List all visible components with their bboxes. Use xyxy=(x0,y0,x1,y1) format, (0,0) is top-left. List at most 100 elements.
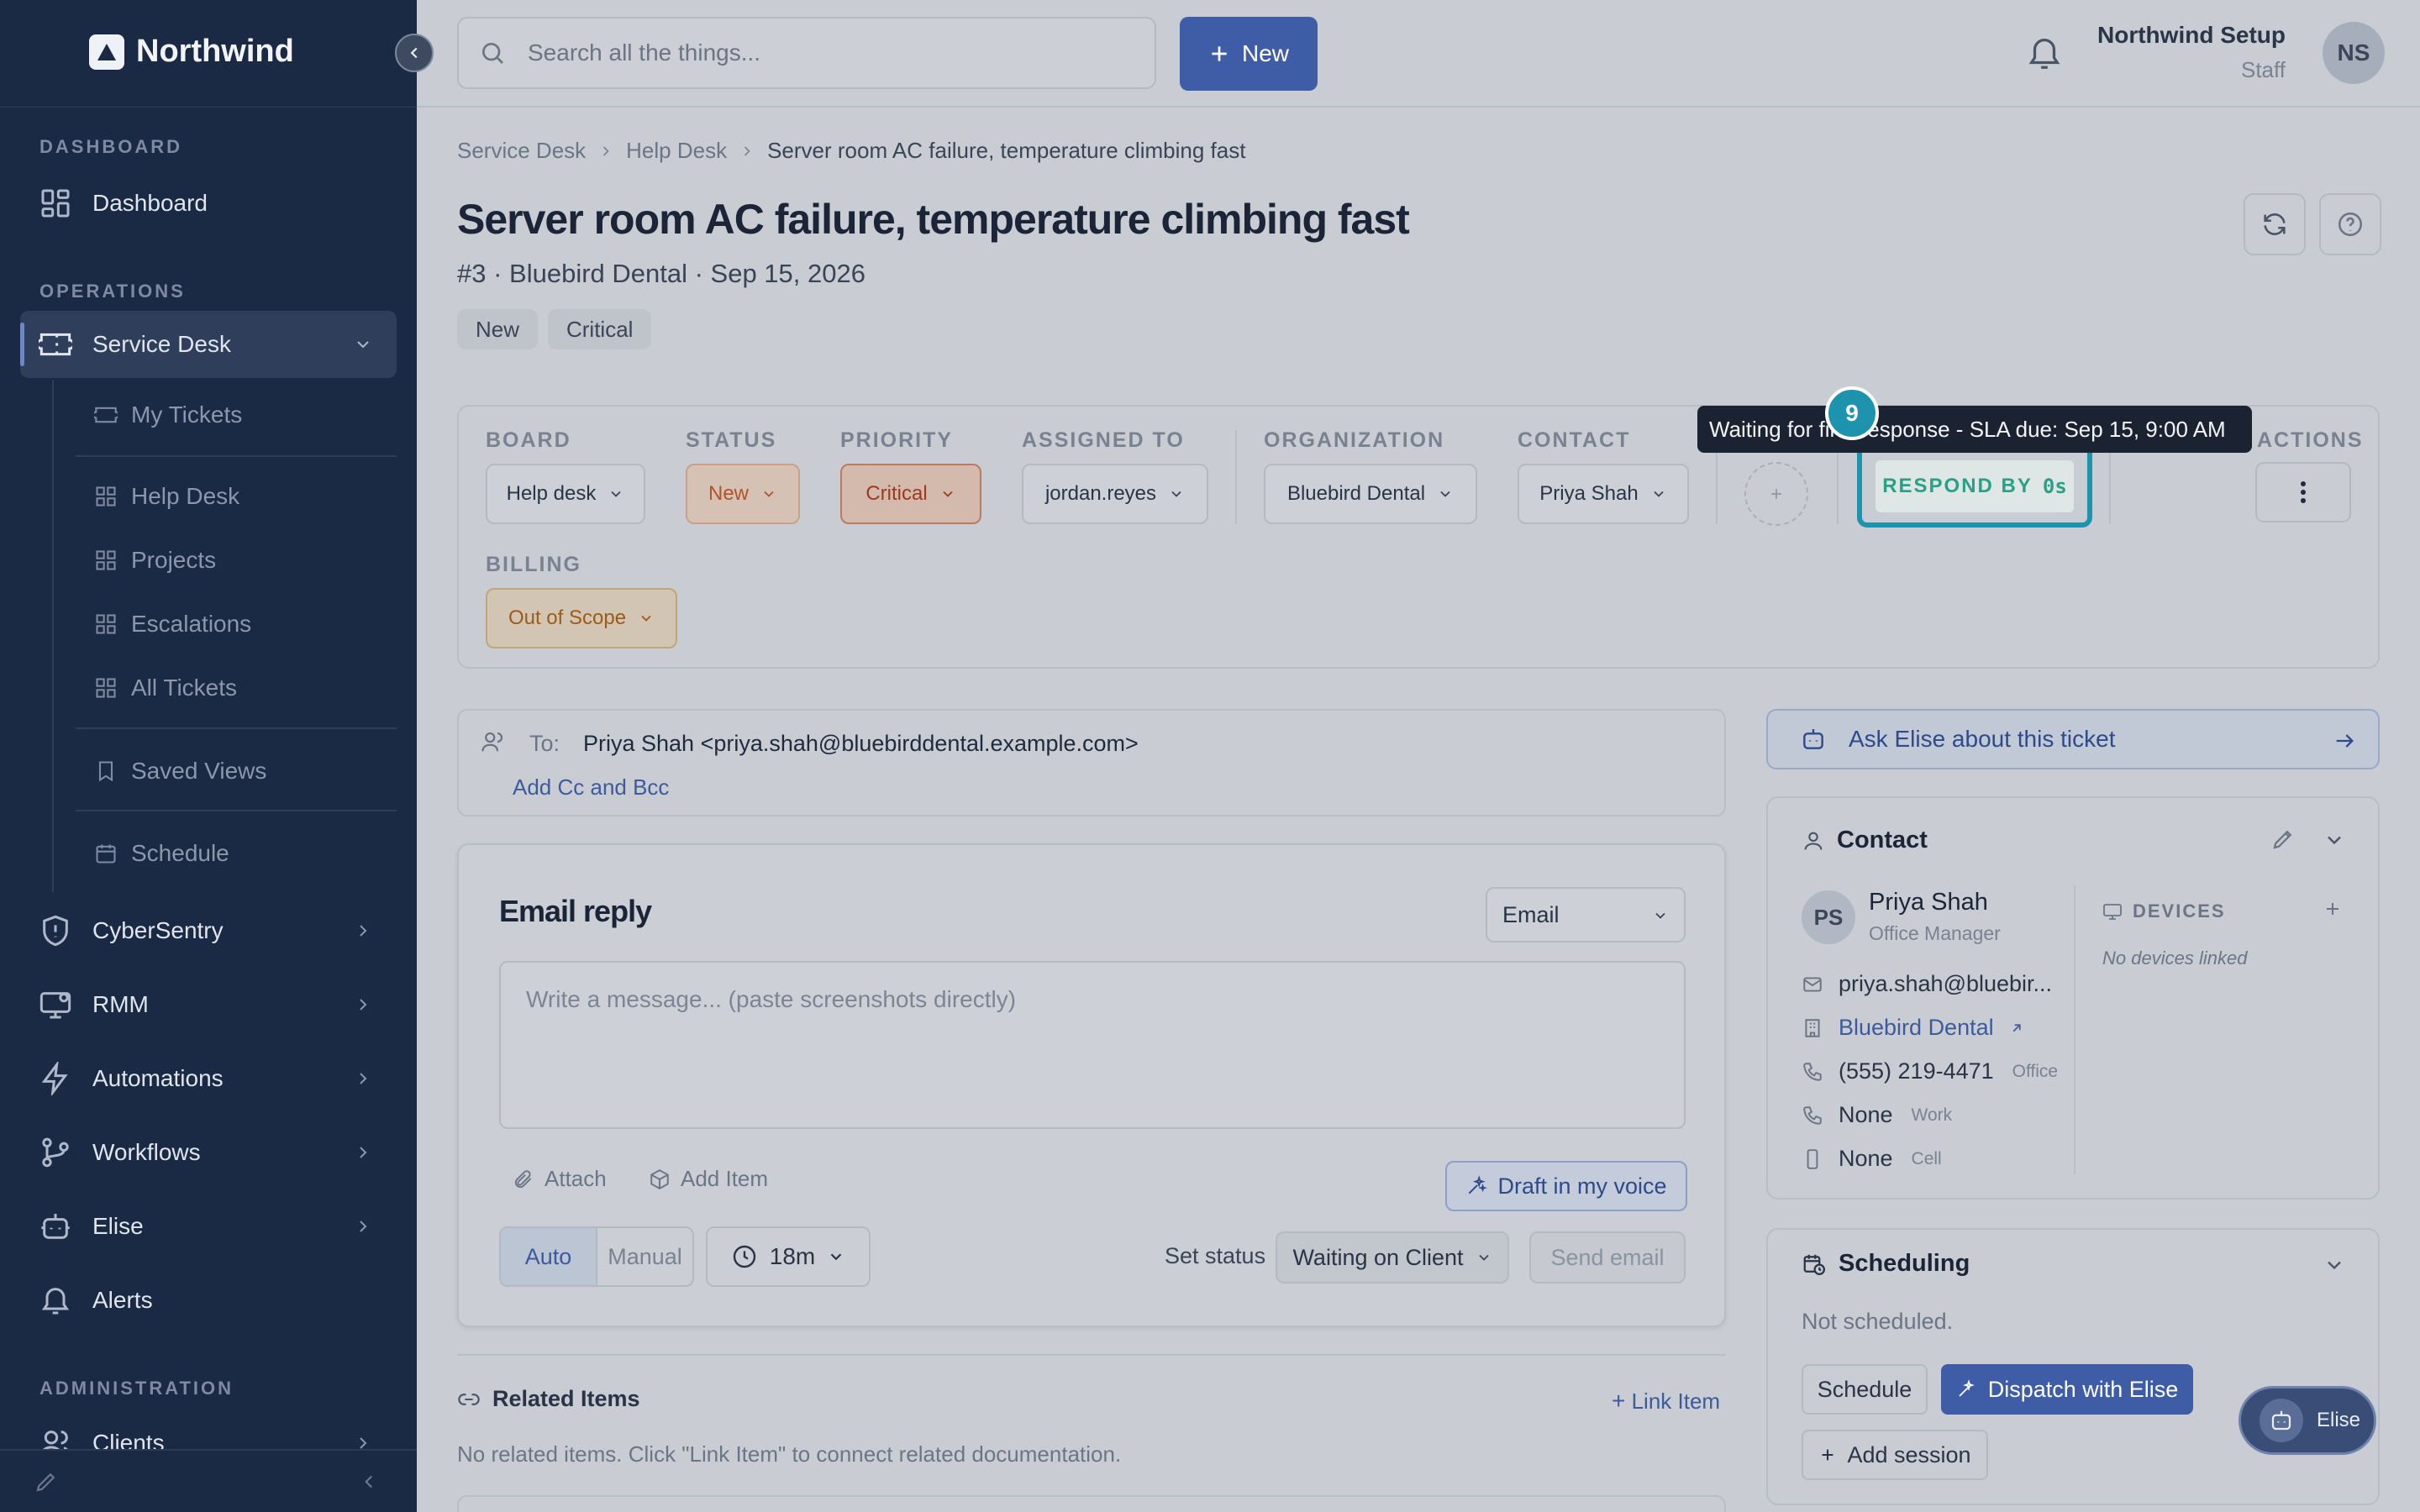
bookmark-icon xyxy=(94,759,118,783)
contact-role: Office Manager xyxy=(1869,922,2001,944)
mode-manual-option[interactable]: Manual xyxy=(597,1228,692,1285)
schedule-button[interactable]: Schedule xyxy=(1802,1364,1928,1415)
sidebar-item-dashboard[interactable]: Dashboard xyxy=(20,170,397,237)
board-select[interactable]: Help desk xyxy=(486,464,645,524)
add-field-button[interactable] xyxy=(1744,462,1808,526)
sidebar-item-automations[interactable]: Automations xyxy=(20,1045,397,1112)
brand-name: Northwind xyxy=(136,34,294,69)
dispatch-with-elise-button[interactable]: Dispatch with Elise xyxy=(1941,1364,2193,1415)
organization-select[interactable]: Bluebird Dental xyxy=(1264,464,1477,524)
contact-cell-phone: None xyxy=(1839,1146,1893,1171)
sidebar-item-workflows[interactable]: Workflows xyxy=(20,1119,397,1186)
more-vertical-icon xyxy=(2301,481,2306,503)
field-label-actions: ACTIONS xyxy=(2257,428,2364,452)
edit-icon[interactable] xyxy=(2270,827,2296,852)
assignee-select[interactable]: jordan.reyes xyxy=(1022,464,1208,524)
add-device-button[interactable] xyxy=(2323,899,2343,919)
sidebar-subitem-help-desk[interactable]: Help Desk xyxy=(94,471,239,522)
grid-icon xyxy=(94,485,118,508)
contact-org-link[interactable]: Bluebird Dental xyxy=(1839,1015,1994,1041)
chevron-down-icon[interactable] xyxy=(2323,1253,2346,1277)
bell-icon xyxy=(39,1284,72,1317)
to-field[interactable]: Priya Shah <priya.shah@bluebirddental.ex… xyxy=(583,731,1139,757)
field-label-status: STATUS xyxy=(686,428,777,452)
subitem-label: All Tickets xyxy=(131,675,238,701)
add-session-button[interactable]: Add session xyxy=(1802,1430,1988,1480)
sidebar-subitem-saved-views[interactable]: Saved Views xyxy=(94,746,266,796)
draft-label: Draft in my voice xyxy=(1497,1173,1667,1199)
organization-value: Bluebird Dental xyxy=(1286,482,1426,505)
link-item-button[interactable]: + Link Item xyxy=(1612,1388,1720,1415)
user-name: Northwind Setup xyxy=(2097,22,2286,48)
bell-icon[interactable] xyxy=(2025,34,2064,72)
sidebar-subitem-projects[interactable]: Projects xyxy=(94,535,216,585)
sidebar-item-alerts[interactable]: Alerts xyxy=(20,1267,397,1334)
new-button[interactable]: New xyxy=(1180,17,1318,91)
add-cc-bcc-link[interactable]: Add Cc and Bcc xyxy=(513,774,669,801)
help-button[interactable] xyxy=(2319,193,2381,255)
sidebar-subitem-escalations[interactable]: Escalations xyxy=(94,599,251,649)
sidebar-subitem-my-tickets[interactable]: My Tickets xyxy=(94,390,242,440)
send-mode-toggle[interactable]: Auto Manual xyxy=(499,1226,694,1287)
avatar[interactable]: NS xyxy=(2323,22,2385,84)
sidebar-item-elise[interactable]: Elise xyxy=(20,1193,397,1260)
billing-select[interactable]: Out of Scope xyxy=(486,588,677,648)
sidebar-item-service-desk[interactable]: Service Desk xyxy=(20,311,397,378)
collapse-sidebar-button[interactable] xyxy=(395,34,434,72)
user-icon xyxy=(481,729,506,754)
chevron-down-icon[interactable] xyxy=(2323,828,2346,852)
sidebar-item-cybersentry[interactable]: CyberSentry xyxy=(20,897,397,964)
search-input[interactable]: Search all the things... xyxy=(457,17,1156,89)
scheduling-header: Scheduling xyxy=(1802,1250,1970,1278)
priority-select[interactable]: Critical xyxy=(840,464,981,524)
divider xyxy=(76,455,397,457)
ask-elise-button[interactable]: Ask Elise about this ticket xyxy=(1766,709,2380,769)
robot-icon xyxy=(2260,1399,2303,1442)
channel-select[interactable]: Email xyxy=(1486,887,1686,942)
field-label-contact: CONTACT xyxy=(1518,428,1631,452)
sidebar-subitem-schedule[interactable]: Schedule xyxy=(94,828,229,879)
pencil-icon[interactable] xyxy=(34,1469,59,1494)
contact-email-row[interactable]: priya.shah@bluebir... xyxy=(1802,971,2052,997)
breadcrumb-item[interactable]: Help Desk xyxy=(626,138,727,164)
refresh-button[interactable] xyxy=(2244,193,2306,255)
chevron-down-icon xyxy=(939,486,956,502)
subitem-label: Projects xyxy=(131,547,217,573)
ticket-icon xyxy=(39,328,72,361)
contact-office-phone-row[interactable]: (555) 219-4471 Office xyxy=(1802,1058,2058,1084)
topbar: Search all the things... New Northwind S… xyxy=(417,0,2420,108)
status-select[interactable]: New xyxy=(686,464,800,524)
sla-value: 0s xyxy=(2042,475,2067,498)
actions-menu-button[interactable] xyxy=(2255,462,2351,522)
plus-icon xyxy=(2327,903,2338,915)
divider xyxy=(2074,885,2075,1174)
chevron-down-icon[interactable] xyxy=(353,334,373,354)
add-item-button[interactable]: Add Item xyxy=(649,1166,768,1192)
contact-title: Contact xyxy=(1837,827,1928,853)
sidebar-subitem-all-tickets[interactable]: All Tickets xyxy=(94,663,237,713)
contact-header: Contact xyxy=(1802,827,1928,854)
contact-select[interactable]: Priya Shah xyxy=(1518,464,1689,524)
brand[interactable]: Northwind xyxy=(89,34,294,70)
contact-org-row[interactable]: Bluebird Dental xyxy=(1802,1015,2024,1041)
chevron-right-icon xyxy=(353,1142,373,1163)
mode-auto-option[interactable]: Auto xyxy=(501,1228,597,1285)
attach-button[interactable]: Attach xyxy=(513,1166,607,1192)
set-status-select[interactable]: Waiting on Client xyxy=(1276,1231,1509,1284)
chevron-down-icon xyxy=(1168,486,1185,502)
chevron-right-icon xyxy=(597,143,614,160)
breadcrumb-item[interactable]: Service Desk xyxy=(457,138,586,164)
time-entry-select[interactable]: 18m xyxy=(706,1226,871,1287)
send-email-button[interactable]: Send email xyxy=(1529,1231,1686,1284)
chevron-down-icon xyxy=(608,486,624,502)
message-textarea[interactable]: Write a message... (paste screenshots di… xyxy=(499,961,1686,1129)
chevron-left-icon[interactable] xyxy=(358,1471,380,1493)
sla-timer[interactable]: RESPOND BY 0s xyxy=(1876,460,2074,512)
calendar-icon xyxy=(94,842,118,865)
elise-assistant-button[interactable]: Elise xyxy=(2238,1386,2376,1455)
sidebar-item-rmm[interactable]: RMM xyxy=(20,971,397,1038)
chevron-down-icon xyxy=(827,1247,845,1266)
calendar-clock-icon xyxy=(1802,1252,1827,1277)
draft-in-my-voice-button[interactable]: Draft in my voice xyxy=(1445,1161,1687,1211)
message-placeholder: Write a message... (paste screenshots di… xyxy=(526,986,1017,1012)
